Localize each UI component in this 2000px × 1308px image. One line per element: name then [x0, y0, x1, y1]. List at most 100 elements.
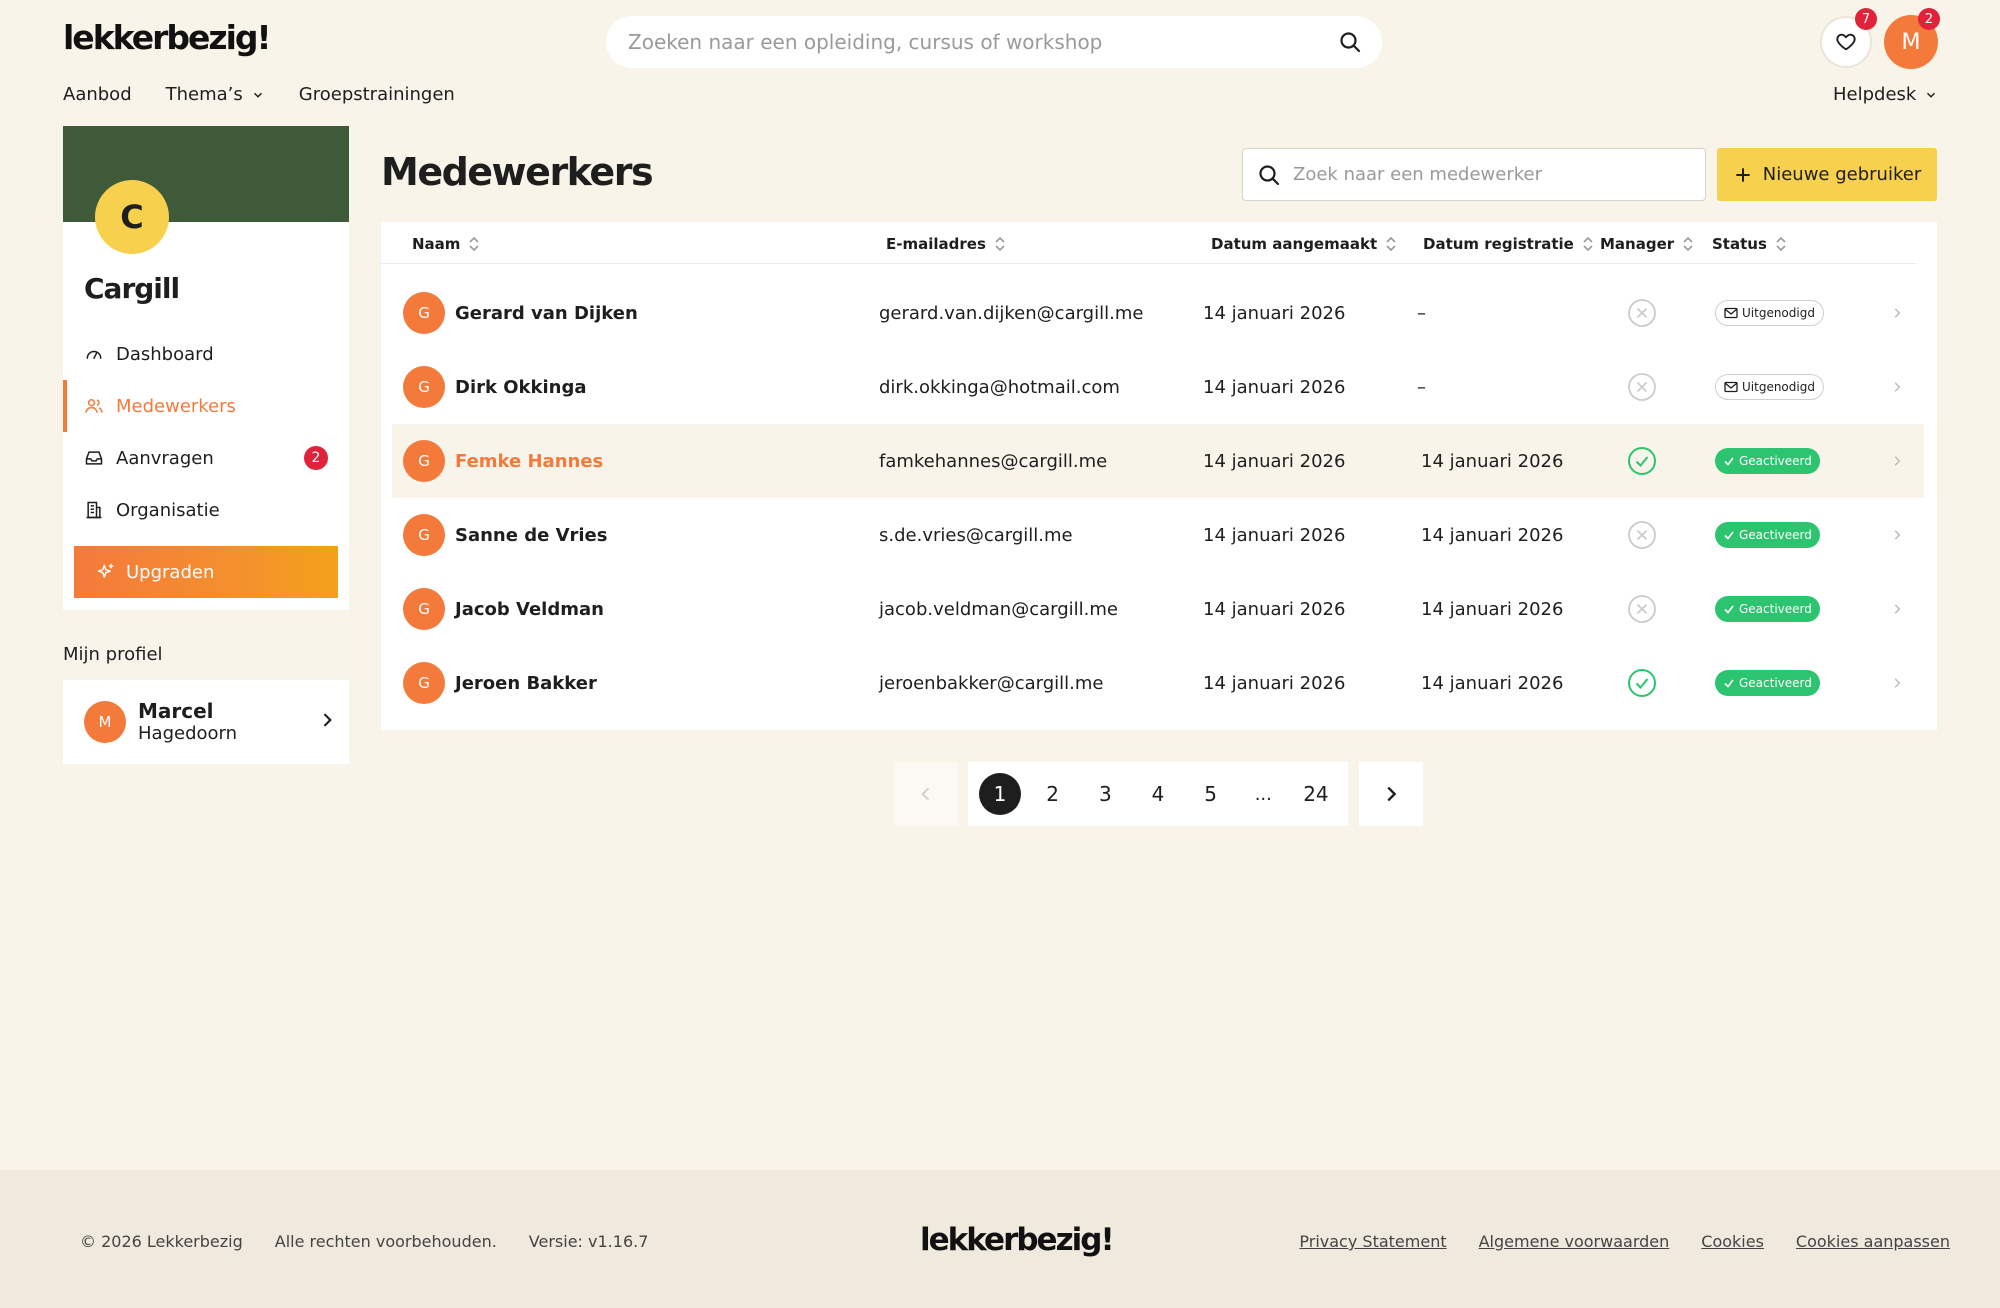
footer-link-privacy[interactable]: Privacy Statement [1299, 1232, 1446, 1251]
brand-logo[interactable]: lekkerbezig! [63, 18, 272, 57]
column-label: Datum registratie [1423, 235, 1574, 253]
new-user-label: Nieuwe gebruiker [1762, 164, 1922, 185]
employee-created-date: 14 januari 2026 [1203, 672, 1346, 694]
sidebar-item-organisatie[interactable]: Organisatie [63, 484, 349, 536]
manager-indicator [1627, 572, 1657, 646]
employee-name[interactable]: Femke Hannes [455, 451, 603, 472]
checkmark-icon [1724, 531, 1734, 540]
manager-indicator [1627, 498, 1657, 572]
users-icon [85, 399, 103, 413]
employee-created-date: 14 januari 2026 [1203, 524, 1346, 546]
profile-names: Marcel Hagedoorn [138, 699, 237, 745]
status-badge: Geactiveerd [1715, 448, 1820, 474]
sidebar-item-medewerkers[interactable]: Medewerkers [63, 380, 349, 432]
row-open-button[interactable] [1890, 350, 1904, 424]
global-search-input[interactable] [628, 30, 1338, 54]
footer-version: Versie: v1.16.7 [528, 1232, 649, 1251]
manager-indicator [1627, 424, 1657, 498]
page-number[interactable]: 5 [1190, 773, 1232, 815]
page-number[interactable]: 2 [1032, 773, 1074, 815]
page-number[interactable]: 4 [1137, 773, 1179, 815]
table-row[interactable]: G Jacob Veldman jacob.veldman@cargill.me 14… [392, 572, 1924, 646]
upgrade-button[interactable]: Upgraden [74, 546, 338, 598]
row-open-button[interactable] [1890, 646, 1904, 720]
employee-registered-date: – [1417, 376, 1426, 398]
status-label: Uitgenodigd [1742, 306, 1815, 320]
page-number[interactable]: 3 [1084, 773, 1126, 815]
column-header-created[interactable]: Datum aangemaakt [1211, 235, 1397, 253]
status-badge: Geactiveerd [1715, 670, 1820, 696]
employee-search[interactable] [1242, 148, 1706, 201]
sidebar-menu: Dashboard Medewerkers Aanvragen 2 Organi… [63, 328, 349, 536]
helpdesk-label: Helpdesk [1833, 84, 1917, 105]
status-cell: Geactiveerd [1715, 498, 1820, 572]
column-header-registered[interactable]: Datum registratie [1423, 235, 1594, 253]
name-cell: G Gerard van Dijken [403, 276, 638, 350]
footer-link-terms[interactable]: Algemene voorwaarden [1479, 1232, 1670, 1251]
status-badge: Uitgenodigd [1715, 300, 1824, 326]
row-open-button[interactable] [1890, 424, 1904, 498]
footer-link-cookies[interactable]: Cookies [1701, 1232, 1764, 1251]
employee-name[interactable]: Dirk Okkinga [455, 377, 586, 398]
chevron-right-icon [1894, 678, 1901, 688]
table-row[interactable]: G Sanne de Vries s.de.vries@cargill.me 14 j… [392, 498, 1924, 572]
table-row[interactable]: G Dirk Okkinga dirk.okkinga@hotmail.com 14 … [392, 350, 1924, 424]
employee-registered-date: 14 januari 2026 [1421, 598, 1564, 620]
employee-name[interactable]: Jeroen Bakker [455, 673, 597, 694]
nav-themas[interactable]: Thema’s [166, 84, 265, 105]
checkmark-icon [1724, 457, 1734, 466]
pagination-ellipsis: ... [1254, 783, 1272, 805]
pagination-previous-button[interactable] [894, 762, 958, 826]
table-row[interactable]: G Femke Hannes famkehannes@cargill.me 14 ja… [392, 424, 1924, 498]
footer-logo[interactable]: lekkerbezig! [920, 1222, 1115, 1258]
employee-name[interactable]: Sanne de Vries [455, 525, 607, 546]
column-header-manager[interactable]: Manager [1600, 235, 1694, 253]
column-label: Naam [412, 235, 461, 253]
employee-email: jacob.veldman@cargill.me [879, 598, 1118, 620]
employee-registered-date: 14 januari 2026 [1421, 672, 1564, 694]
organization-avatar: C [95, 180, 169, 254]
employee-avatar: G [403, 588, 445, 630]
page-number-last[interactable]: 24 [1295, 773, 1337, 815]
sidebar-item-aanvragen[interactable]: Aanvragen 2 [63, 432, 349, 484]
gauge-icon [86, 350, 102, 359]
row-open-button[interactable] [1890, 498, 1904, 572]
chevron-down-icon [1927, 92, 1936, 98]
employee-name[interactable]: Gerard van Dijken [455, 303, 638, 324]
column-header-status[interactable]: Status [1712, 235, 1787, 253]
column-header-naam[interactable]: Naam [412, 235, 480, 253]
sidebar-item-dashboard[interactable]: Dashboard [63, 328, 349, 380]
status-label: Geactiveerd [1739, 528, 1812, 542]
name-cell: G Dirk Okkinga [403, 350, 586, 424]
mail-icon [1724, 307, 1738, 319]
employee-name[interactable]: Jacob Veldman [455, 599, 604, 620]
search-icon [1259, 164, 1280, 185]
x-circle-icon [1628, 299, 1656, 327]
sort-icon [1386, 236, 1396, 252]
table-row[interactable]: G Gerard van Dijken gerard.van.dijken@carg… [392, 276, 1924, 350]
employee-search-input[interactable] [1293, 164, 1691, 185]
page-number-current[interactable]: 1 [979, 773, 1021, 815]
row-open-button[interactable] [1890, 572, 1904, 646]
x-circle-icon [1628, 521, 1656, 549]
user-notification-badge: 2 [1918, 8, 1940, 30]
nav-aanbod[interactable]: Aanbod [63, 84, 132, 105]
status-cell: Uitgenodigd [1715, 276, 1824, 350]
nav-groepstrainingen[interactable]: Groepstrainingen [299, 84, 455, 105]
pagination-next-button[interactable] [1359, 762, 1423, 826]
employee-registered-date: 14 januari 2026 [1421, 450, 1564, 472]
footer-link-cookie-settings[interactable]: Cookies aanpassen [1796, 1232, 1950, 1251]
row-open-button[interactable] [1890, 276, 1904, 350]
column-label: Status [1712, 235, 1767, 253]
name-cell: G Jeroen Bakker [403, 646, 597, 720]
status-badge: Uitgenodigd [1715, 374, 1824, 400]
profile-card[interactable]: M Marcel Hagedoorn [63, 680, 349, 764]
helpdesk-menu[interactable]: Helpdesk [1833, 84, 1938, 105]
global-search[interactable] [606, 16, 1382, 68]
favorites-count-badge: 7 [1855, 8, 1877, 30]
table-row[interactable]: G Jeroen Bakker jeroenbakker@cargill.me 14 … [392, 646, 1924, 720]
column-header-email[interactable]: E-mailadres [886, 235, 1006, 253]
new-user-button[interactable]: Nieuwe gebruiker [1717, 148, 1937, 201]
employee-email: famkehannes@cargill.me [879, 450, 1108, 472]
search-icon[interactable] [1338, 30, 1362, 54]
